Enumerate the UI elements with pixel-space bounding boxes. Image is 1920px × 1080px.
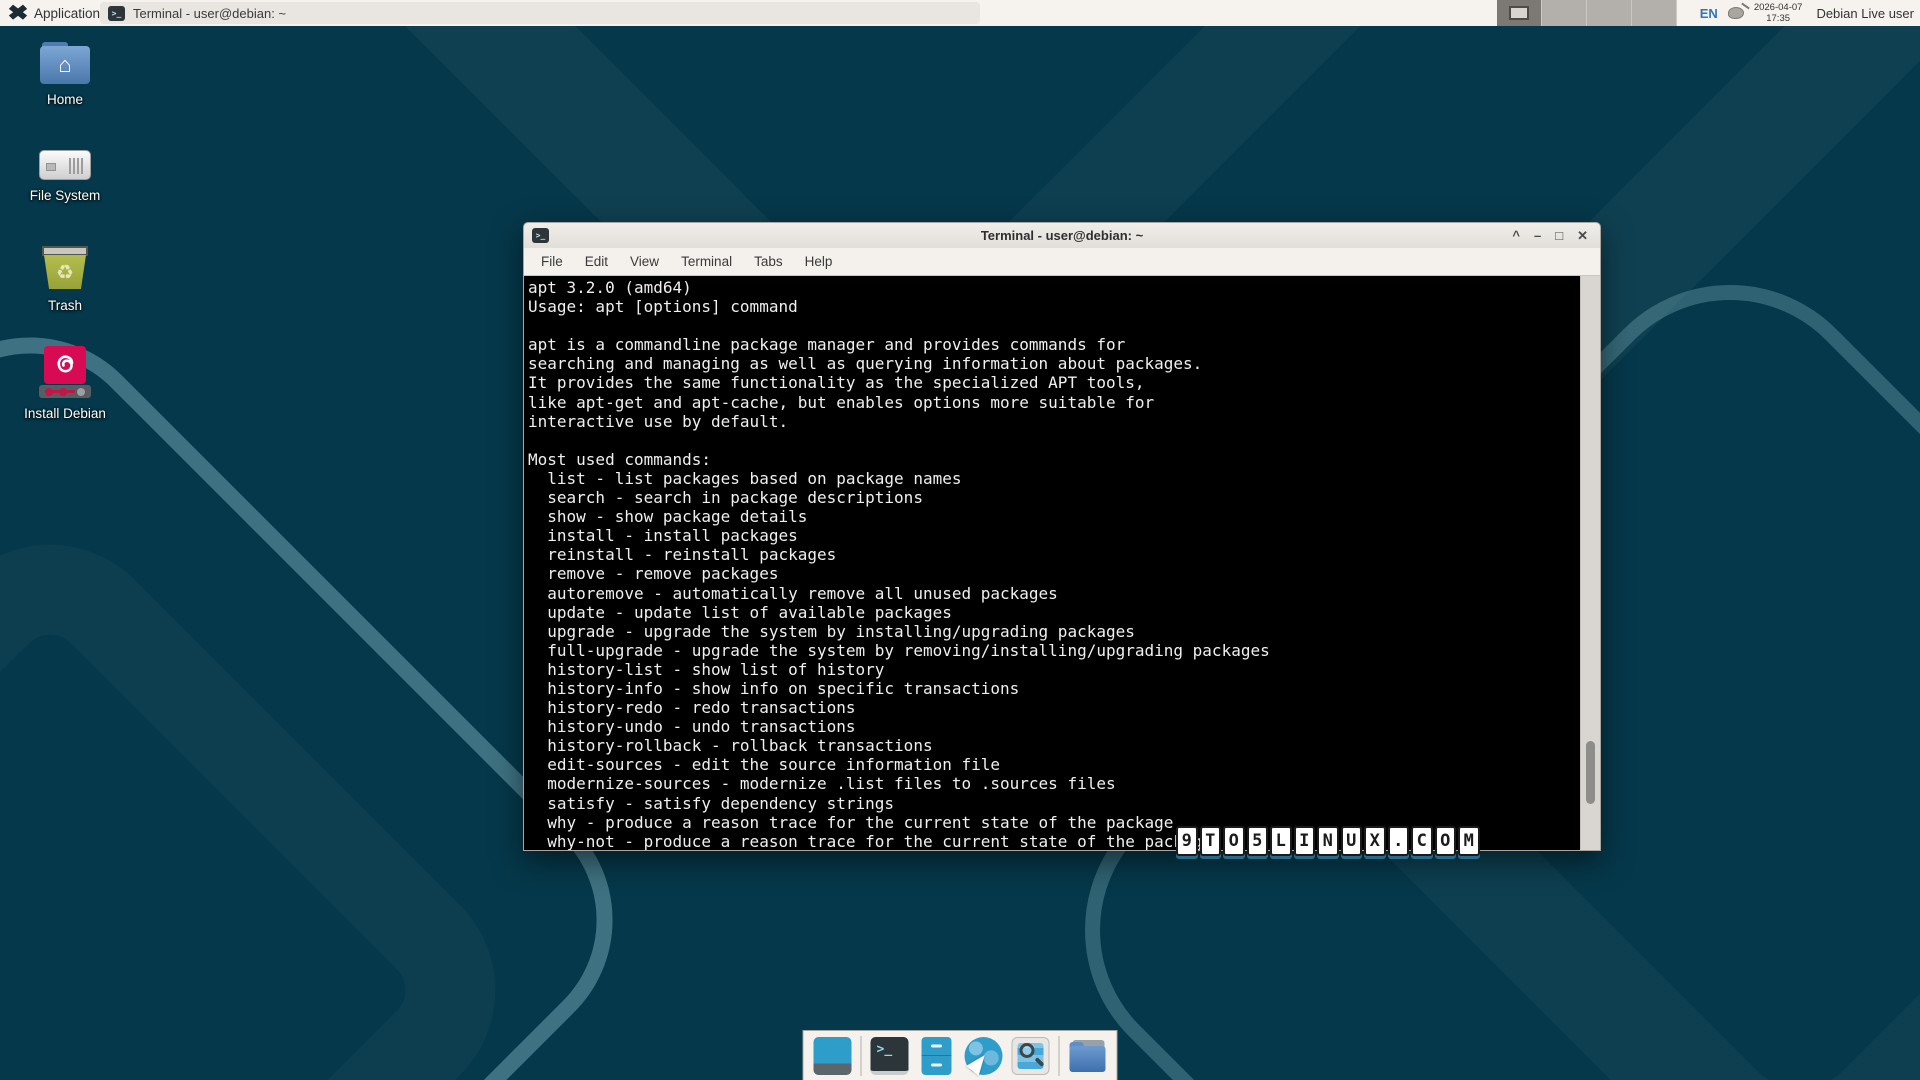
maximize-button[interactable]: □ xyxy=(1555,223,1563,248)
watermark-9to5linux: 9 T O 5 L I N U X . C O M xyxy=(1176,826,1480,856)
workspace-switcher xyxy=(1497,0,1677,26)
terminal-icon[interactable]: >_ xyxy=(532,228,549,243)
watermark-tile: C xyxy=(1411,826,1433,856)
menu-tabs[interactable]: Tabs xyxy=(743,254,794,269)
window-title: Terminal - user@debian: ~ xyxy=(524,228,1600,243)
top-panel: Applications ⁞ >_ Terminal - user@debian… xyxy=(0,0,1920,26)
terminal-window: Terminal - user@debian: ~ >_ ^ – □ ✕ Fil… xyxy=(523,222,1601,851)
watermark-tile: M xyxy=(1458,826,1480,856)
watermark-tile: . xyxy=(1388,826,1410,856)
close-button[interactable]: ✕ xyxy=(1577,223,1588,248)
taskbar-window-button[interactable]: >_ Terminal - user@debian: ~ xyxy=(100,2,980,24)
desktop-icon-home[interactable]: ⌂ Home xyxy=(10,42,120,107)
session-user-label: Debian Live user xyxy=(1816,6,1914,21)
app-finder-icon[interactable] xyxy=(1012,1037,1050,1075)
web-browser-icon[interactable] xyxy=(965,1037,1003,1075)
keyboard-layout-icon[interactable] xyxy=(1728,7,1744,19)
window-titlebar[interactable]: Terminal - user@debian: ~ >_ ^ – □ ✕ xyxy=(524,223,1600,248)
file-manager-icon[interactable] xyxy=(1069,1037,1107,1075)
menu-file[interactable]: File xyxy=(530,254,574,269)
menu-terminal[interactable]: Terminal xyxy=(670,254,743,269)
workspace-3[interactable] xyxy=(1587,0,1632,26)
desktop-icon-label: Home xyxy=(47,92,83,107)
panel-status-area: EN 2026-04-07 17:35 Debian Live user xyxy=(1700,0,1914,26)
terminal-icon: >_ xyxy=(108,6,125,21)
desktop-icon-trash[interactable]: ♻ Trash xyxy=(10,246,120,313)
hard-drive-icon xyxy=(39,150,91,180)
desktop-icon-install-debian[interactable]: Install Debian xyxy=(10,346,120,421)
applications-menu-button[interactable]: Applications xyxy=(0,0,115,26)
shade-button[interactable]: ^ xyxy=(1512,223,1520,248)
home-folder-icon: ⌂ xyxy=(40,42,90,84)
workspace-1[interactable] xyxy=(1497,0,1542,26)
bottom-dock: >_ xyxy=(803,1030,1118,1080)
file-cabinet-icon[interactable] xyxy=(922,1037,952,1075)
menu-view[interactable]: View xyxy=(619,254,670,269)
watermark-tile: O xyxy=(1435,826,1457,856)
show-desktop-icon[interactable] xyxy=(814,1037,852,1075)
workspace-4[interactable] xyxy=(1632,0,1677,26)
watermark-tile: X xyxy=(1364,826,1386,856)
desktop-icon-label: Install Debian xyxy=(24,406,106,421)
watermark-tile: 9 xyxy=(1176,826,1198,856)
xfce-logo-icon xyxy=(8,4,28,22)
debian-installer-icon xyxy=(39,346,91,398)
watermark-tile: N xyxy=(1317,826,1339,856)
watermark-tile: I xyxy=(1294,826,1316,856)
desktop-icon-label: Trash xyxy=(48,298,82,313)
panel-date: 2026-04-07 xyxy=(1754,2,1803,13)
watermark-tile: 5 xyxy=(1247,826,1269,856)
panel-clock[interactable]: 2026-04-07 17:35 xyxy=(1754,2,1803,24)
terminal-menubar: File Edit View Terminal Tabs Help xyxy=(524,248,1600,275)
watermark-tile: O xyxy=(1223,826,1245,856)
dock-separator xyxy=(861,1036,862,1076)
desktop-icon-filesystem[interactable]: File System xyxy=(10,142,120,203)
dock-separator xyxy=(1059,1036,1060,1076)
terminal-launcher-icon[interactable]: >_ xyxy=(871,1037,909,1075)
menu-edit[interactable]: Edit xyxy=(574,254,619,269)
watermark-tile: L xyxy=(1270,826,1292,856)
workspace-window-thumbnail xyxy=(1509,6,1529,20)
watermark-tile: U xyxy=(1341,826,1363,856)
terminal-scrollbar[interactable] xyxy=(1580,276,1600,850)
watermark-tile: T xyxy=(1200,826,1222,856)
scrollbar-handle[interactable] xyxy=(1586,741,1595,804)
workspace-2[interactable] xyxy=(1542,0,1587,26)
desktop-icon-label: File System xyxy=(30,188,101,203)
applications-menu-label: Applications xyxy=(34,6,107,21)
panel-time: 17:35 xyxy=(1766,13,1790,24)
keyboard-layout-indicator[interactable]: EN xyxy=(1700,6,1718,21)
terminal-output[interactable]: apt 3.2.0 (amd64) Usage: apt [options] c… xyxy=(524,276,1580,850)
menu-help[interactable]: Help xyxy=(794,254,844,269)
terminal-glyph: >_ xyxy=(877,1042,893,1057)
trash-can-icon: ♻ xyxy=(42,246,88,290)
minimize-button[interactable]: – xyxy=(1534,223,1541,248)
taskbar-window-label: Terminal - user@debian: ~ xyxy=(133,6,286,21)
